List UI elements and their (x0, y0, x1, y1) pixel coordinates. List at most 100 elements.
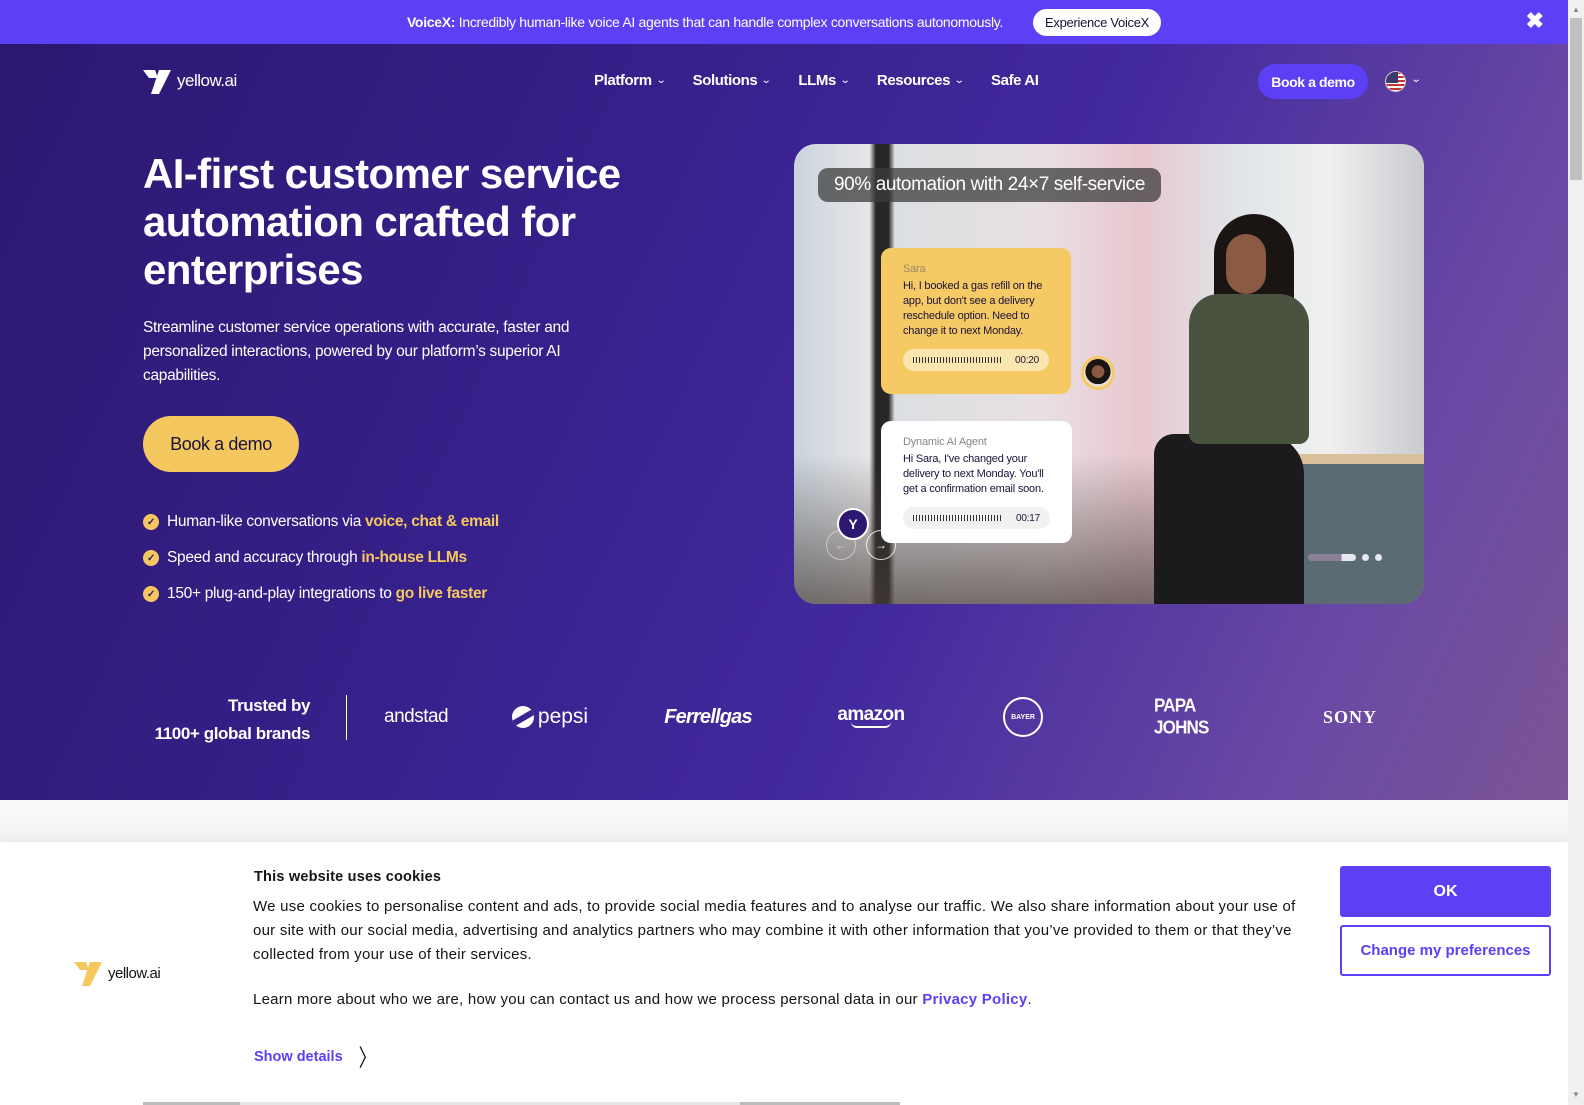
chevron-down-icon: ⌄ (953, 75, 965, 86)
period: . (1027, 991, 1032, 1008)
chevron-right-icon: 〉 (358, 1045, 377, 1072)
hero-book-demo-button[interactable]: Book a demo (143, 416, 299, 472)
show-details-link[interactable]: Show details 〉 (254, 1044, 377, 1071)
cookie-learn-more: Learn more about who we are, how you can… (253, 991, 1032, 1008)
trusted-line-2: 1100+ global brands (154, 724, 311, 743)
trusted-line-1: Trusted by (228, 696, 310, 715)
close-icon[interactable]: ✖ (1526, 8, 1544, 34)
announcement-bar: VoiceX: Incredibly human-like voice AI a… (0, 0, 1568, 44)
photo-face (1226, 234, 1266, 294)
agent-name: Dynamic AI Agent (903, 436, 987, 448)
bullet-highlight: go live faster (395, 585, 488, 602)
woman-on-phone-photo (1154, 204, 1334, 604)
photo-pants (1154, 434, 1304, 604)
section-divider-band (0, 800, 1568, 842)
announcement-brand: VoiceX: (406, 14, 456, 30)
logo-text: yellow.ai (108, 964, 161, 982)
amazon-smile-icon (851, 722, 891, 728)
chevron-down-icon: ⌄ (655, 75, 666, 86)
show-details-label: Show details (254, 1049, 343, 1065)
automation-tagline: 90% automation with 24×7 self-service (818, 168, 1162, 202)
feature-bullet: ✓ Speed and accuracy through in-house LLM… (143, 540, 499, 576)
announcement-text: VoiceX: Incredibly human-like voice AI a… (407, 14, 1003, 30)
nav-item-llms[interactable]: LLMs ⌄ (798, 72, 851, 89)
bullet-text: Human-like conversations via (167, 513, 362, 530)
bayer-logo: BAYER (1003, 697, 1043, 737)
cookie-title: This website uses cookies (254, 869, 442, 885)
amazon-logo: amazon (836, 705, 906, 728)
cookie-ok-button[interactable]: OK (1340, 866, 1551, 917)
user-avatar (1081, 356, 1115, 390)
user-audio-player[interactable]: 00:20 (903, 349, 1049, 371)
check-circle-icon: ✓ (143, 586, 159, 602)
learn-more-text: Learn more about who we are, how you can… (253, 991, 918, 1008)
randstad-logo: andstad (384, 706, 448, 727)
yellow-ai-logo-icon (143, 70, 171, 94)
pepsi-globe-icon (511, 706, 534, 728)
check-circle-icon: ✓ (143, 514, 159, 530)
scroll-up-arrow-icon[interactable]: ▲ (1568, 2, 1584, 18)
nav-item-label: Resources (876, 72, 951, 89)
user-message-text: Hi, I booked a gas refill on the app, bu… (903, 280, 1043, 337)
carousel-indicators (1308, 554, 1382, 561)
carousel-next-arrow-icon[interactable]: → (866, 530, 896, 560)
agent-audio-player[interactable]: 00:17 (903, 507, 1050, 529)
carousel-indicator[interactable] (1362, 554, 1369, 561)
us-flag-icon[interactable] (1385, 71, 1406, 92)
chevron-down-icon: ⌄ (839, 75, 851, 86)
hero-section: yellow.ai Platform ⌄ Solutions ⌄ LLMs ⌄ Res… (0, 44, 1568, 800)
bullet-text: Speed and accuracy through (167, 549, 358, 566)
logo[interactable]: yellow.ai (143, 68, 237, 94)
nav-item-label: LLMs (798, 72, 836, 89)
hero-subhead: Streamline customer service operations w… (143, 319, 570, 384)
feature-bullets: ✓ Human-like conversations via voice, cha… (143, 504, 499, 612)
trusted-by-label: Trusted by 1100+ global brands (130, 692, 311, 748)
nav-item-label: Safe AI (991, 72, 1039, 89)
carousel-indicator-active[interactable] (1308, 554, 1356, 561)
page-scrollbar[interactable]: ▲ ▼ (1568, 0, 1584, 1105)
scroll-down-arrow-icon[interactable]: ▼ (1568, 1087, 1584, 1103)
nav-item-resources[interactable]: Resources ⌄ (876, 72, 965, 89)
privacy-policy-link[interactable]: Privacy Policy (922, 991, 1027, 1008)
ferrellgas-logo: Ferrellgas (664, 705, 752, 728)
user-name: Sara (903, 263, 926, 275)
pepsi-logo: pepsi (510, 705, 590, 729)
audio-duration: 00:20 (1014, 354, 1039, 366)
cookie-consent-banner: yellow.ai This website uses cookies We u… (0, 842, 1568, 1105)
check-circle-icon: ✓ (143, 550, 159, 566)
scrollbar-thumb[interactable] (1570, 18, 1582, 180)
announcement-message: Incredibly human-like voice AI agents th… (458, 14, 1004, 30)
logo-text: yellow.ai (177, 71, 237, 90)
trusted-divider (346, 695, 347, 740)
nav-menu: Platform ⌄ Solutions ⌄ LLMs ⌄ Resources ⌄ Sa… (594, 72, 1039, 89)
nav-item-label: Solutions (692, 72, 758, 89)
feature-bullet: ✓ Human-like conversations via voice, cha… (143, 504, 499, 540)
user-chat-bubble: Sara Hi, I booked a gas refill on the ap… (881, 248, 1071, 394)
sony-logo: SONY (1322, 706, 1377, 727)
carousel-indicator[interactable] (1375, 554, 1382, 561)
language-chevron-down-icon[interactable]: ⌄ (1411, 74, 1422, 85)
bullet-highlight: voice, chat & email (365, 513, 499, 530)
agent-chat-bubble: Dynamic AI Agent Hi Sara, I've changed y… (881, 421, 1072, 543)
agent-message-text: Hi Sara, I've changed your delivery to n… (903, 453, 1044, 495)
hero-headline: AI-first customer service automation cra… (143, 150, 621, 293)
change-preferences-button[interactable]: Change my preferences (1340, 925, 1551, 976)
nav-item-safe-ai[interactable]: Safe AI (991, 72, 1039, 89)
bot-avatar-icon: Y (837, 508, 869, 540)
photo-sweater (1189, 294, 1309, 444)
bullet-highlight: in-house LLMs (361, 549, 467, 566)
nav-item-platform[interactable]: Platform ⌄ (594, 72, 666, 89)
cookie-banner-logo: yellow.ai (74, 960, 161, 986)
nav-book-demo-button[interactable]: Book a demo (1258, 64, 1368, 99)
cookie-body: We use cookies to personalise content an… (253, 898, 1296, 963)
feature-bullet: ✓ 150+ plug-and-play integrations to go l… (143, 576, 499, 612)
nav-item-solutions[interactable]: Solutions ⌄ (692, 72, 772, 89)
experience-voicex-button[interactable]: Experience VoiceX (1033, 8, 1162, 36)
audio-duration: 00:17 (1015, 512, 1040, 524)
brand-logos: andstad pepsi Ferrellgas amazon BAYER PA… (384, 695, 1386, 738)
hero-media-carousel: 90% automation with 24×7 self-service Sa… (794, 144, 1424, 604)
waveform-icon (913, 515, 1003, 521)
waveform-icon (913, 357, 1003, 363)
bullet-text: 150+ plug-and-play integrations to (167, 585, 392, 602)
yellow-ai-logo-icon (74, 962, 102, 986)
